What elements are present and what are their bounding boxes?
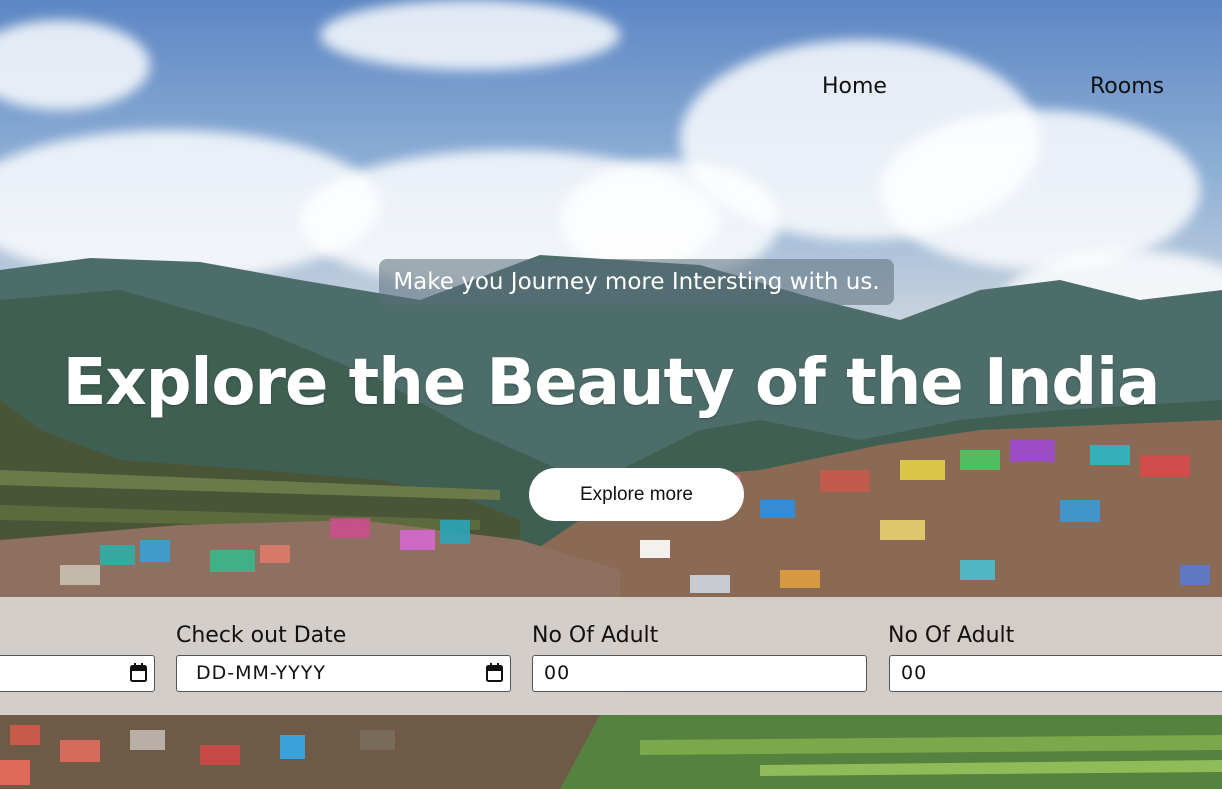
check-out-date-input[interactable]: DD-MM-YYYY [176,655,511,692]
calendar-icon[interactable] [130,663,147,682]
calendar-icon[interactable] [486,663,503,682]
adults-label-2: No Of Adult [888,623,1015,648]
nav-rooms-link[interactable]: Rooms [1090,74,1164,99]
adults-input[interactable]: 00 [532,655,867,692]
adults-label: No Of Adult [532,623,659,648]
hero-tagline: Make you Journey more Intersting with us… [379,259,894,305]
explore-more-button[interactable]: Explore more [529,468,744,521]
nav-home-link[interactable]: Home [822,74,887,99]
adults-input-2[interactable]: 00 [889,655,1222,692]
check-out-label: Check out Date [176,623,347,648]
hero-headline: Explore the Beauty of the India [62,346,1161,420]
